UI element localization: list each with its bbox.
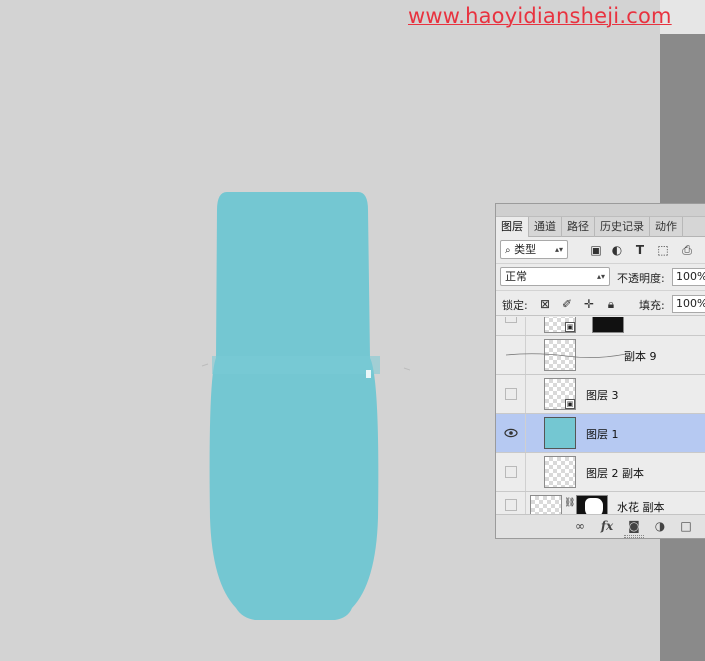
lock-transparent-icon[interactable]: ⊠ — [538, 297, 552, 311]
lock-icon[interactable]: 🔒︎ — [604, 297, 618, 311]
watermark-text: www.haoyidiansheji.com — [408, 4, 672, 28]
tab-channels[interactable]: 通道 — [529, 217, 562, 237]
layer-kind-label: 类型 — [514, 243, 537, 256]
layer-name: 水花 副本 — [617, 501, 665, 514]
layer-mask-thumbnail — [576, 495, 608, 514]
layer-thumbnail — [530, 495, 562, 514]
visibility-toggle[interactable] — [505, 499, 517, 511]
panel-tabs: 图层 通道 路径 历史记录 动作 — [496, 217, 705, 237]
blend-mode-dropdown[interactable]: 正常 ▴▾ — [500, 267, 610, 286]
search-icon: ⌕ — [505, 245, 511, 256]
lock-move-icon[interactable]: ✛ — [582, 297, 596, 311]
fill-input[interactable]: 100% — [672, 295, 705, 313]
layer-row-partial[interactable]: ▣ — [496, 317, 705, 336]
resize-grip[interactable] — [624, 535, 644, 538]
chain-link-icon[interactable]: ⛓︎ — [564, 498, 575, 508]
layer-row[interactable]: 副本 9 — [496, 336, 705, 375]
layers-panel: 图层 通道 路径 历史记录 动作 ⌕ 类型 ▴▾ ▣ ◐ T ⬚ ⎙ 正常 ▴▾… — [495, 203, 705, 539]
layer-thumbnail: ▣ — [544, 317, 576, 333]
layer-thumbnail — [544, 456, 576, 488]
layer-thumbnail — [544, 417, 576, 449]
blend-mode-value: 正常 — [505, 270, 527, 283]
tab-paths[interactable]: 路径 — [562, 217, 595, 237]
layer-name: 图层 2 副本 — [586, 467, 644, 480]
blend-row: 正常 ▴▾ 不透明度: 100% — [496, 263, 705, 289]
layer-row[interactable]: 图层 2 副本 — [496, 453, 705, 492]
tab-layers[interactable]: 图层 — [496, 217, 529, 237]
layer-thumbnail: ▣ — [544, 378, 576, 410]
add-mask-icon[interactable]: ◙ — [626, 519, 642, 533]
layers-list: ▣ 副本 9 ▣ 图层 3 图层 1 图层 2 副本 ⛓︎ 水花 副本 — [496, 317, 705, 514]
updown-arrow-icon: ▴▾ — [554, 245, 563, 254]
new-group-icon[interactable]: □ — [678, 519, 694, 533]
layer-row[interactable]: ⛓︎ 水花 副本 — [496, 492, 705, 514]
updown-arrow-icon: ▴▾ — [596, 272, 605, 281]
visibility-toggle[interactable] — [505, 466, 517, 478]
image-filter-icon[interactable]: ▣ — [589, 243, 603, 257]
adjustment-filter-icon[interactable]: ◐ — [610, 243, 624, 257]
layer-name: 副本 9 — [624, 350, 657, 363]
link-layers-icon[interactable]: ∞ — [572, 519, 588, 533]
eye-icon[interactable] — [504, 426, 518, 440]
fx-icon[interactable]: fx — [599, 519, 615, 533]
smart-object-icon: ▣ — [565, 322, 575, 332]
lock-brush-icon[interactable]: ✐ — [560, 297, 574, 311]
layer-stroke-preview — [506, 353, 626, 358]
layer-name: 图层 1 — [586, 428, 619, 441]
bottle-shape — [201, 192, 410, 620]
panel-bottom-bar: ∞ fx ◙ ◑ □ — [496, 514, 705, 538]
opacity-input[interactable]: 100% — [672, 268, 705, 286]
layer-mask-thumbnail — [592, 317, 624, 333]
tab-history[interactable]: 历史记录 — [595, 217, 650, 237]
filter-row: ⌕ 类型 ▴▾ ▣ ◐ T ⬚ ⎙ — [496, 238, 705, 262]
shape-filter-icon[interactable]: ⬚ — [656, 243, 670, 257]
lock-row: 锁定: ⊠ ✐ ✛ 🔒︎ 填充: 100% — [496, 290, 705, 316]
opacity-label: 不透明度: — [617, 272, 665, 285]
fill-label: 填充: — [639, 299, 665, 312]
smart-object-filter-icon[interactable]: ⎙ — [680, 243, 694, 257]
tab-actions[interactable]: 动作 — [650, 217, 683, 237]
panel-title-bar[interactable] — [496, 204, 705, 217]
visibility-toggle[interactable] — [505, 388, 517, 400]
lock-label: 锁定: — [502, 299, 528, 312]
smart-object-icon: ▣ — [565, 399, 575, 409]
new-adjustment-icon[interactable]: ◑ — [652, 519, 668, 533]
layer-row[interactable]: ▣ 图层 3 — [496, 375, 705, 414]
layer-name: 图层 3 — [586, 389, 619, 402]
layer-kind-dropdown[interactable]: ⌕ 类型 ▴▾ — [500, 240, 568, 259]
type-filter-icon[interactable]: T — [633, 243, 647, 257]
layer-row-selected[interactable]: 图层 1 — [496, 414, 705, 453]
visibility-toggle[interactable] — [505, 317, 517, 323]
